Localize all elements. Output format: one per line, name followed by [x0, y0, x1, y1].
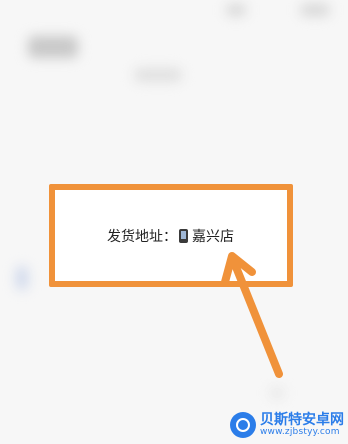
annotation-arrow — [221, 252, 283, 378]
watermark-url: www.zjbstyy.com — [260, 426, 340, 437]
arrow-shaft — [230, 258, 283, 378]
watermark-text: 贝斯特安卓网 www.zjbstyy.com — [260, 413, 344, 437]
watermark-title: 贝斯特安卓网 — [260, 411, 344, 428]
watermark-logo: 贝斯特安卓网 www.zjbstyy.com — [230, 412, 344, 438]
brand-logo-icon — [230, 412, 256, 438]
